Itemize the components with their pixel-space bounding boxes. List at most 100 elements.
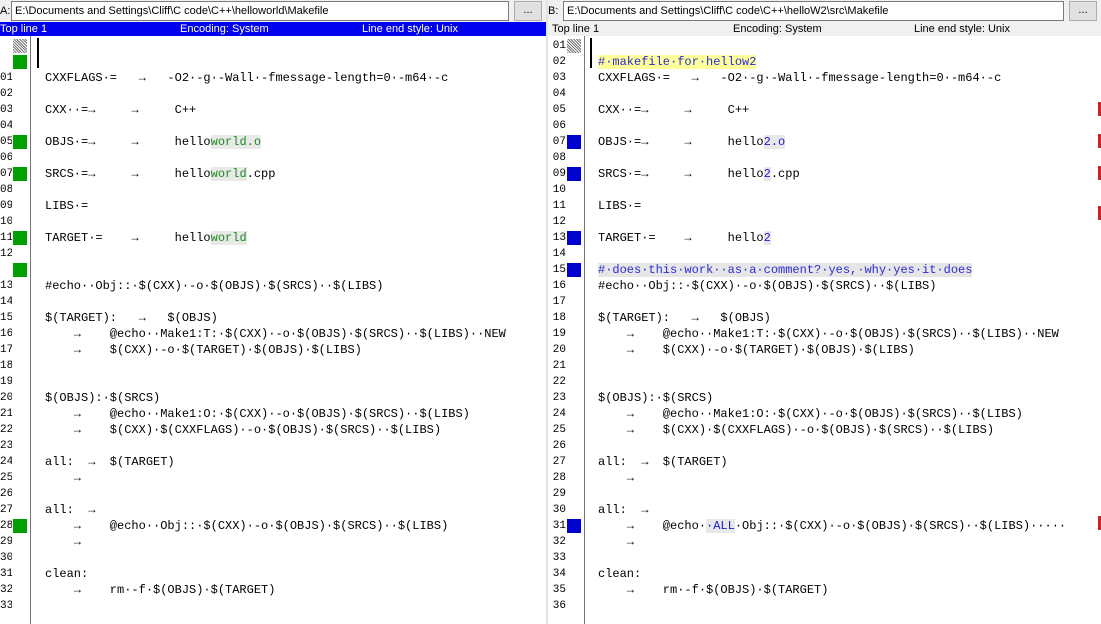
- code-line[interactable]: 25 →: [0, 470, 546, 486]
- code-line[interactable]: 08: [0, 182, 546, 198]
- code-line[interactable]: 10: [548, 182, 1101, 198]
- code-text: $(OBJS):·$(SRCS): [45, 391, 161, 405]
- code-line[interactable]: 28 →: [548, 470, 1101, 486]
- code-line[interactable]: 29: [548, 486, 1101, 502]
- code-line[interactable]: 25 → $(CXX)·$(CXXFLAGS)·-o·$(OBJS)·$(SRC…: [548, 422, 1101, 438]
- code-line[interactable]: 30: [0, 550, 546, 566]
- code-line[interactable]: 20 → $(CXX)·-o·$(TARGET)·$(OBJS)·$(LIBS): [548, 342, 1101, 358]
- code-line[interactable]: 33: [548, 550, 1101, 566]
- code-line[interactable]: 14: [548, 246, 1101, 262]
- code-line[interactable]: 15 #·does·this·work··as·a·comment?·yes,·w…: [548, 262, 1101, 278]
- code-text: clean:: [45, 567, 89, 581]
- code-text: .cpp: [246, 167, 276, 181]
- code-line[interactable]: 13 TARGET·= → hello2: [548, 230, 1101, 246]
- code-text: LIBS·=: [598, 199, 642, 213]
- code-line[interactable]: 01 CXXFLAGS·= → -O2·-g·-Wall·-fmessage-le…: [0, 70, 546, 86]
- code-line[interactable]: 04: [548, 86, 1101, 102]
- diff-highlight: 2.o: [763, 135, 786, 149]
- code-line[interactable]: 23 $(OBJS):·$(SRCS): [548, 390, 1101, 406]
- code-view[interactable]: 01 02 #·makefile·for·hellow2 03 CXXFLAGS·= →…: [548, 36, 1101, 624]
- code-line[interactable]: 21 → @echo··Make1:O:·$(CXX)·-o·$(OBJS)·$…: [0, 406, 546, 422]
- code-line[interactable]: 06: [0, 150, 546, 166]
- code-line[interactable]: 26: [0, 486, 546, 502]
- code-text: → $(CXX)·$(CXXFLAGS)·-o·$(OBJS)·$(SRCS)·…: [45, 423, 442, 437]
- diff-highlight: #·makefile·for·hellow2: [598, 55, 757, 69]
- code-line[interactable]: 14: [0, 294, 546, 310]
- path-bar: B: E:\Documents and Settings\Cliff\C cod…: [548, 0, 1101, 22]
- code-line[interactable]: 12: [0, 246, 546, 262]
- code-line[interactable]: 20 $(OBJS):·$(SRCS): [0, 390, 546, 406]
- code-line[interactable]: 04: [0, 118, 546, 134]
- code-line[interactable]: 13 #echo··Obj::·$(CXX)·-o·$(OBJS)·$(SRCS)…: [0, 278, 546, 294]
- code-line[interactable]: 29 →: [0, 534, 546, 550]
- browse-button[interactable]: ...: [1069, 1, 1097, 21]
- file-path-input[interactable]: E:\Documents and Settings\Cliff\C code\C…: [11, 1, 509, 21]
- line-number: 02: [552, 56, 566, 68]
- code-line[interactable]: [0, 38, 546, 54]
- left-file-pane: A: E:\Documents and Settings\Cliff\C cod…: [0, 0, 546, 624]
- code-line[interactable]: 11 TARGET·= → helloworld: [0, 230, 546, 246]
- code-line[interactable]: 34 clean:: [548, 566, 1101, 582]
- diff-highlight: 2: [763, 167, 771, 181]
- line-number: 19: [552, 328, 566, 340]
- code-line[interactable]: 24 all: → $(TARGET): [0, 454, 546, 470]
- code-line[interactable]: 26: [548, 438, 1101, 454]
- code-line[interactable]: 23: [0, 438, 546, 454]
- code-line[interactable]: 22 → $(CXX)·$(CXXFLAGS)·-o·$(OBJS)·$(SRC…: [0, 422, 546, 438]
- code-line[interactable]: 27 all: → $(TARGET): [548, 454, 1101, 470]
- code-line[interactable]: 09 SRCS·=→ → hello2.cpp: [548, 166, 1101, 182]
- code-line[interactable]: 21: [548, 358, 1101, 374]
- code-line[interactable]: 35 → rm·-f·$(OBJS)·$(TARGET): [548, 582, 1101, 598]
- code-line[interactable]: 05 CXX··=→ → C++: [548, 102, 1101, 118]
- code-line[interactable]: 17: [548, 294, 1101, 310]
- browse-button[interactable]: ...: [514, 1, 542, 21]
- code-line[interactable]: 02 #·makefile·for·hellow2: [548, 54, 1101, 70]
- line-number: 05: [552, 104, 566, 116]
- code-line[interactable]: 07 OBJS·=→ → hello2.o: [548, 134, 1101, 150]
- line-number: 27: [0, 504, 12, 516]
- code-line[interactable]: 03 CXXFLAGS·= → -O2·-g·-Wall·-fmessage-le…: [548, 70, 1101, 86]
- line-text: all: → $(TARGET): [45, 454, 175, 470]
- line-end-indicator: Line end style: Unix: [914, 23, 1010, 35]
- code-line[interactable]: 15 $(TARGET): → $(OBJS): [0, 310, 546, 326]
- code-line[interactable]: 18 $(TARGET): → $(OBJS): [548, 310, 1101, 326]
- code-line[interactable]: 11 LIBS·=: [548, 198, 1101, 214]
- code-line[interactable]: 33: [0, 598, 546, 614]
- code-line[interactable]: 36: [548, 598, 1101, 614]
- code-line[interactable]: 09 LIBS·=: [0, 198, 546, 214]
- code-line[interactable]: 31 → @echo··ALL·Obj::·$(CXX)·-o·$(OBJS)·…: [548, 518, 1101, 534]
- code-line[interactable]: 16 → @echo··Make1:T:·$(CXX)·-o·$(OBJS)·$…: [0, 326, 546, 342]
- code-view[interactable]: 01 CXXFLAGS·= → -O2·-g·-Wall·-fmessage-le…: [0, 36, 546, 624]
- code-line[interactable]: 07 SRCS·=→ → helloworld.cpp: [0, 166, 546, 182]
- line-text: TARGET·= → helloworld: [45, 230, 247, 246]
- code-line[interactable]: 17 → $(CXX)·-o·$(TARGET)·$(OBJS)·$(LIBS): [0, 342, 546, 358]
- code-line[interactable]: 08: [548, 150, 1101, 166]
- code-line[interactable]: 19 → @echo··Make1:T:·$(CXX)·-o·$(OBJS)·$…: [548, 326, 1101, 342]
- line-text: all: → $(TARGET): [598, 454, 728, 470]
- code-line[interactable]: 01: [548, 38, 1101, 54]
- code-line[interactable]: 19: [0, 374, 546, 390]
- code-line[interactable]: 02: [0, 86, 546, 102]
- code-line[interactable]: 24 → @echo··Make1:O:·$(CXX)·-o·$(OBJS)·$…: [548, 406, 1101, 422]
- code-line[interactable]: 16 #echo··Obj::·$(CXX)·-o·$(OBJS)·$(SRCS)…: [548, 278, 1101, 294]
- code-line[interactable]: [0, 262, 546, 278]
- file-path-input[interactable]: E:\Documents and Settings\Cliff\C code\C…: [563, 1, 1064, 21]
- code-line[interactable]: 28 → @echo··Obj::·$(CXX)·-o·$(OBJS)·$(SR…: [0, 518, 546, 534]
- code-line[interactable]: 22: [548, 374, 1101, 390]
- code-line[interactable]: 32 → rm·-f·$(OBJS)·$(TARGET): [0, 582, 546, 598]
- code-line[interactable]: 27 all: →: [0, 502, 546, 518]
- code-line[interactable]: [0, 54, 546, 70]
- line-number: 32: [552, 536, 566, 548]
- code-line[interactable]: 06: [548, 118, 1101, 134]
- code-line[interactable]: 12: [548, 214, 1101, 230]
- line-text: CXX··=→ → C++: [598, 102, 749, 118]
- code-line[interactable]: 31 clean:: [0, 566, 546, 582]
- code-line[interactable]: 05 OBJS·=→ → helloworld.o: [0, 134, 546, 150]
- line-number: 07: [0, 168, 12, 180]
- code-line[interactable]: 03 CXX··=→ → C++: [0, 102, 546, 118]
- code-line[interactable]: 18: [0, 358, 546, 374]
- code-line[interactable]: 32 →: [548, 534, 1101, 550]
- code-line[interactable]: 30 all: →: [548, 502, 1101, 518]
- code-line[interactable]: 10: [0, 214, 546, 230]
- line-number: 24: [0, 456, 12, 468]
